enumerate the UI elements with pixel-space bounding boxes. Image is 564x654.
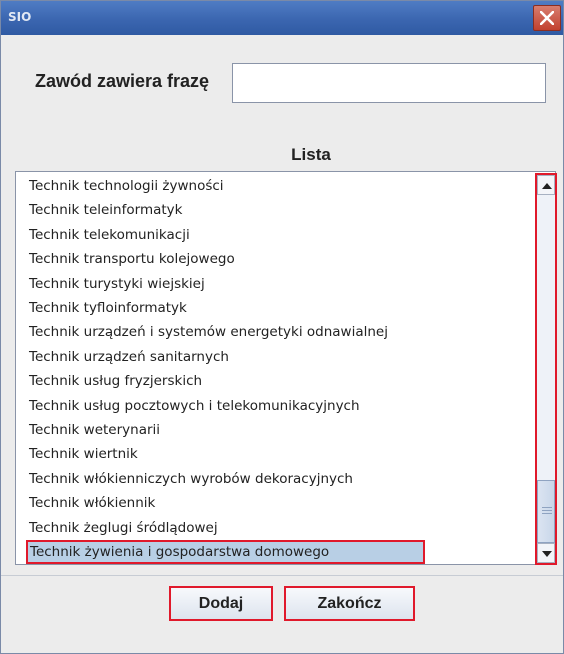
scroll-thumb[interactable] bbox=[537, 480, 555, 543]
list-item-selected[interactable]: Technik żywienia i gospodarstwa domowego bbox=[26, 540, 425, 564]
list-item[interactable]: Technik transportu kolejowego bbox=[27, 247, 523, 271]
list-item[interactable]: Technik turystyki wiejskiej bbox=[27, 272, 523, 296]
finish-button[interactable]: Zakończ bbox=[284, 586, 415, 621]
add-button[interactable]: Dodaj bbox=[169, 586, 273, 621]
list-item[interactable]: Technik usług fryzjerskich bbox=[27, 369, 523, 393]
list-item[interactable]: Technik żeglugi śródlądowej bbox=[27, 516, 523, 540]
dialog-window: SIO Zawód zawiera frazę Lista Technik te… bbox=[0, 0, 564, 654]
list-item[interactable]: Technik technologii żywności bbox=[27, 174, 523, 198]
divider bbox=[1, 575, 563, 576]
list-item[interactable]: Technik włókienniczych wyrobów dekoracyj… bbox=[27, 467, 523, 491]
list-title: Lista bbox=[291, 145, 331, 164]
grip-icon bbox=[542, 507, 552, 515]
scroll-up-button[interactable] bbox=[537, 175, 555, 195]
list-item[interactable]: Technik wiertnik bbox=[27, 442, 523, 466]
list-item[interactable]: Technik urządzeń sanitarnych bbox=[27, 345, 523, 369]
list-item[interactable]: Technik usług pocztowych i telekomunikac… bbox=[27, 394, 523, 418]
occupation-list[interactable]: Technik technologii żywności Technik tele… bbox=[15, 171, 556, 565]
close-icon bbox=[540, 11, 554, 25]
arrow-up-icon bbox=[542, 183, 552, 189]
scroll-down-button[interactable] bbox=[537, 543, 555, 563]
search-label: Zawód zawiera frazę bbox=[35, 71, 210, 91]
close-button[interactable] bbox=[533, 5, 561, 31]
app-logo: SIO bbox=[8, 10, 32, 24]
list-item[interactable]: Technik telekomunikacji bbox=[27, 223, 523, 247]
vertical-scrollbar[interactable] bbox=[535, 173, 557, 565]
list-item[interactable]: Technik włókiennik bbox=[27, 491, 523, 515]
search-input[interactable] bbox=[232, 63, 546, 103]
title-bar[interactable]: SIO bbox=[1, 1, 563, 35]
arrow-down-icon bbox=[542, 551, 552, 557]
list-item[interactable]: Technik weterynarii bbox=[27, 418, 523, 442]
list-item[interactable]: Technik urządzeń i systemów energetyki o… bbox=[27, 320, 523, 344]
scroll-track[interactable] bbox=[537, 195, 555, 543]
list-item[interactable]: Technik tyfloinformatyk bbox=[27, 296, 523, 320]
list-item[interactable]: Technik teleinformatyk bbox=[27, 198, 523, 222]
